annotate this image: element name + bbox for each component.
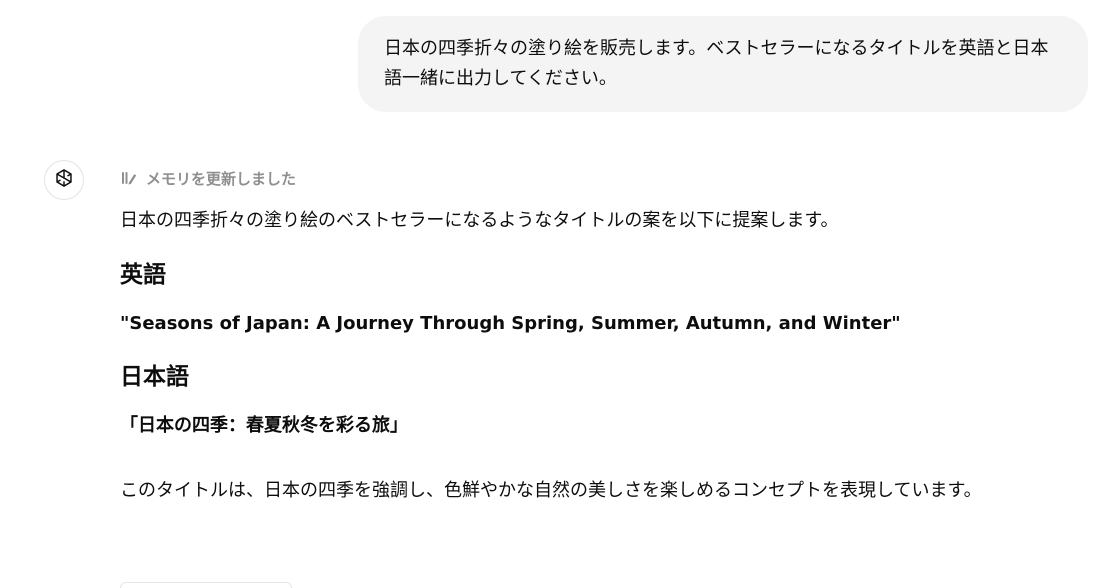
japanese-heading: 日本語 xyxy=(120,364,189,390)
message-action-bar[interactable] xyxy=(120,582,292,588)
japanese-title: 「日本の四季：春夏秋冬を彩る旅」 xyxy=(120,415,408,436)
assistant-intro-text: 日本の四季折々の塗り絵のベストセラーになるようなタイトルの案を以下に提案します。 xyxy=(120,210,839,231)
english-title: "Seasons of Japan: A Journey Through Spr… xyxy=(120,313,901,334)
user-message-bubble: 日本の四季折々の塗り絵を販売します。ベストセラーになるタイトルを英語と日本語一緒… xyxy=(358,16,1088,112)
memory-pencil-icon xyxy=(120,169,138,187)
memory-updated-indicator[interactable]: メモリを更新しました xyxy=(120,164,1090,192)
chat-page: 日本の四季折々の塗り絵を販売します。ベストセラーになるタイトルを英語と日本語一緒… xyxy=(0,0,1116,588)
english-heading: 英語 xyxy=(120,262,166,288)
assistant-message: メモリを更新しました 日本の四季折々の塗り絵のベストセラーになるようなタイトルの… xyxy=(120,164,1090,508)
assistant-summary-text: このタイトルは、日本の四季を強調し、色鮮やかな自然の美しさを楽しめるコンセプトを… xyxy=(120,480,982,501)
openai-logo-icon xyxy=(53,167,75,193)
memory-status-text: メモリを更新しました xyxy=(146,169,297,188)
assistant-avatar xyxy=(44,160,84,200)
user-message-row: 日本の四季折々の塗り絵を販売します。ベストセラーになるタイトルを英語と日本語一緒… xyxy=(358,16,1088,112)
